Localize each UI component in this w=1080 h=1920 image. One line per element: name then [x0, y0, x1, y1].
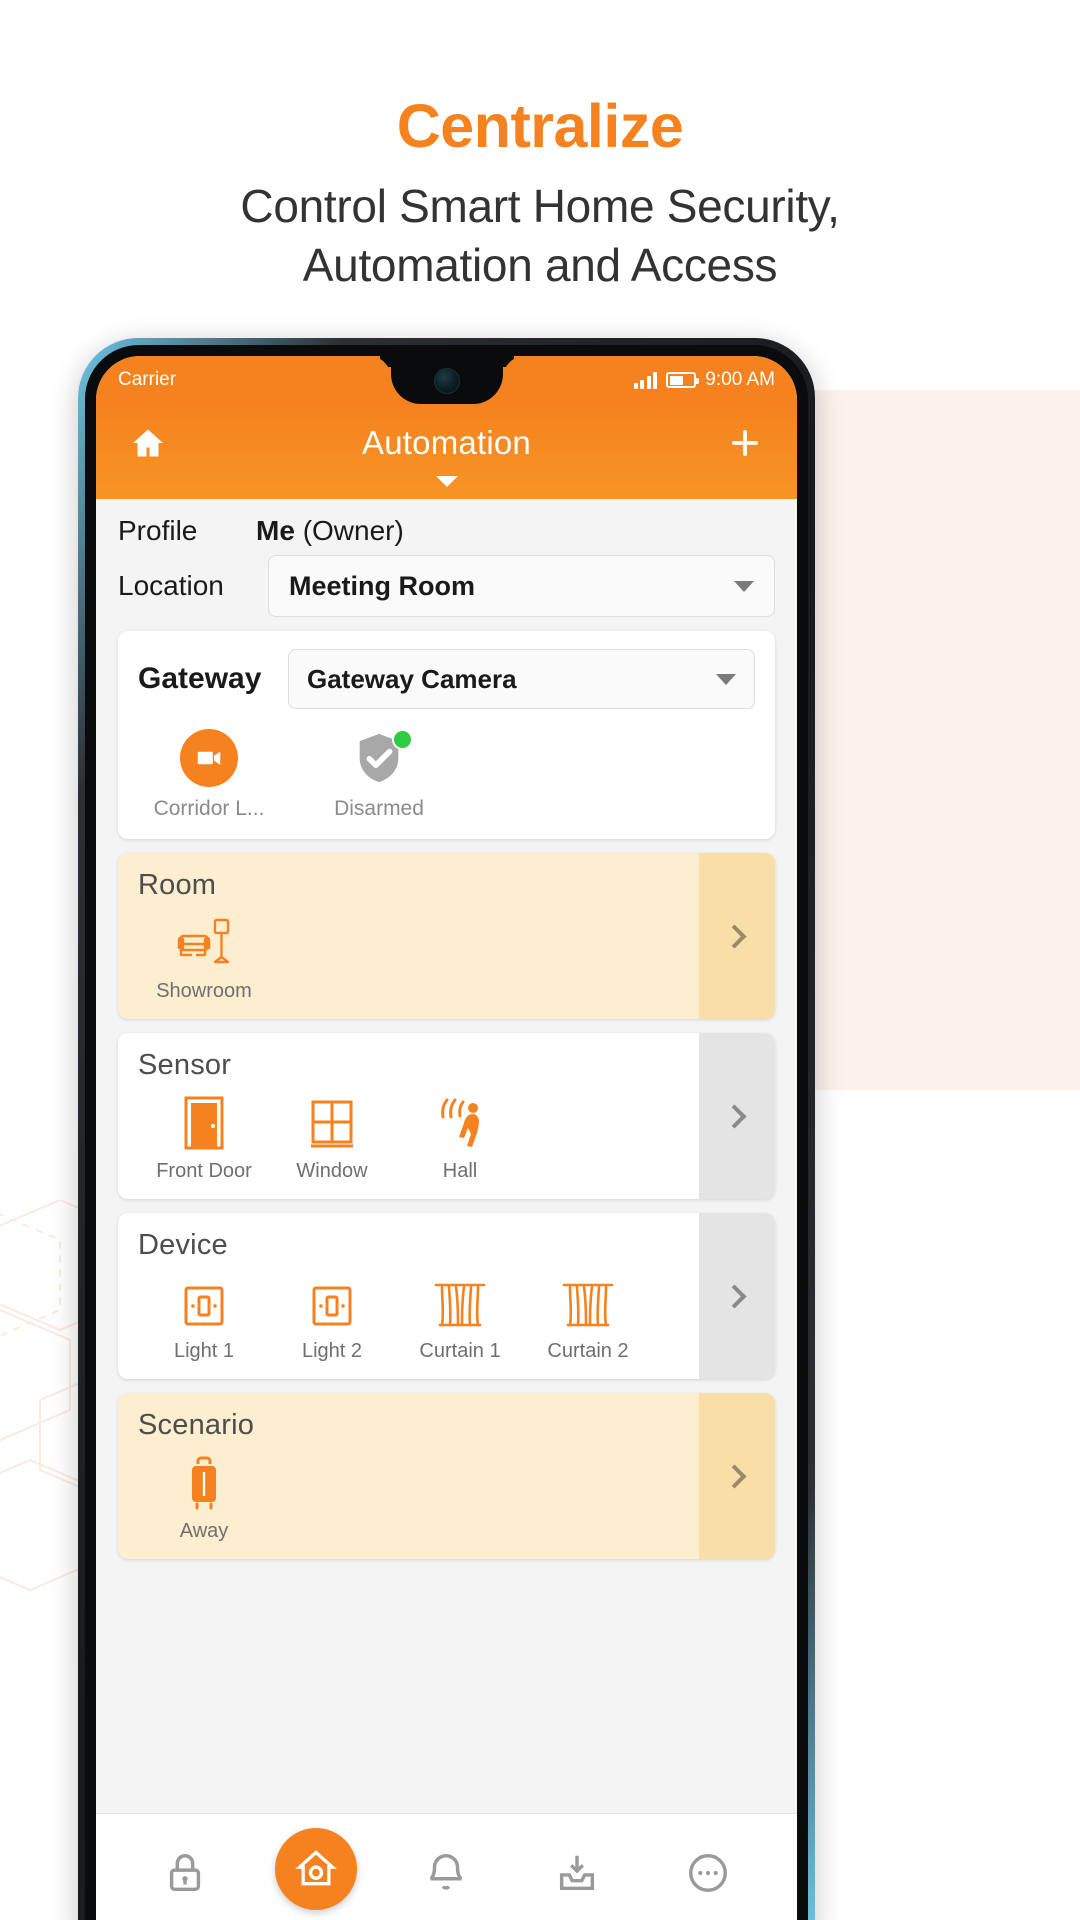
location-select[interactable]: Meeting Room	[268, 555, 775, 617]
nav-item-more[interactable]	[660, 1850, 756, 1896]
group-title: Device	[138, 1229, 228, 1261]
gateway-label: Gateway	[138, 662, 262, 695]
location-label: Location	[118, 570, 224, 601]
bell-icon	[430, 1853, 463, 1890]
phone-screen: Carrier 9:00 AM Automation Profile Me (O…	[96, 356, 797, 1920]
group-item[interactable]: Light 1	[154, 1270, 254, 1363]
notch	[390, 356, 503, 404]
group-item[interactable]: Showroom	[154, 910, 254, 1003]
nav-item-lock[interactable]	[137, 1850, 233, 1896]
signal-bars-icon	[633, 371, 658, 389]
chevron-down-icon	[734, 580, 754, 592]
group-title: Sensor	[138, 1049, 232, 1081]
camera-icon	[180, 729, 238, 787]
group-item-label: Curtain 1	[419, 1340, 501, 1362]
door-icon	[154, 1090, 254, 1152]
phone-bezel: Carrier 9:00 AM Automation Profile Me (O…	[85, 345, 808, 1920]
curtain-icon	[538, 1270, 638, 1332]
plus-icon[interactable]	[719, 417, 771, 469]
group-item-label: Light 1	[173, 1340, 235, 1362]
marketing-header: Centralize Control Smart Home Security, …	[0, 0, 1080, 295]
page-subhead-line1: Control Smart Home Security,	[240, 180, 840, 232]
profile-label: Profile	[118, 515, 198, 546]
chevron-right-icon[interactable]	[699, 1033, 775, 1199]
group-card-room[interactable]: Room Showroom	[118, 853, 775, 1019]
gateway-card: Gateway Gateway Camera Corridor L... Dis…	[118, 631, 775, 839]
chevron-down-icon	[716, 673, 736, 685]
bottom-navigation	[96, 1813, 797, 1920]
gateway-select[interactable]: Gateway Camera	[288, 649, 755, 709]
gateway-item-label: Corridor L...	[153, 797, 265, 820]
group-title: Scenario	[138, 1409, 255, 1441]
group-item[interactable]: Curtain 2	[538, 1270, 638, 1363]
window-icon	[282, 1090, 382, 1152]
front-camera-icon	[433, 368, 460, 394]
group-item[interactable]: Front Door	[154, 1090, 254, 1183]
battery-icon	[666, 372, 700, 388]
app-bar: Automation	[96, 404, 797, 499]
nav-item-alerts[interactable]	[398, 1850, 494, 1896]
sofa-lamp-icon	[154, 910, 254, 972]
chevron-right-icon[interactable]	[699, 1213, 775, 1379]
group-item-label: Window	[296, 1160, 368, 1182]
profile-role: (Owner)	[302, 515, 404, 546]
home-gear-icon	[295, 1849, 337, 1885]
status-carrier: Carrier	[118, 369, 177, 390]
group-item[interactable]: Curtain 1	[410, 1270, 510, 1363]
group-item-label: Curtain 2	[547, 1340, 629, 1362]
caret-down-icon[interactable]	[435, 476, 458, 487]
group-item-label: Front Door	[156, 1160, 252, 1182]
group-card-scenario[interactable]: Scenario Away	[118, 1393, 775, 1559]
group-item-label: Away	[179, 1520, 229, 1542]
page-subhead-line2: Automation and Access	[302, 238, 778, 291]
profile-value: Me (Owner)	[256, 515, 404, 547]
page-headline: Centralize	[396, 92, 684, 160]
group-item[interactable]: Light 2	[282, 1270, 382, 1363]
motion-sensor-icon	[410, 1090, 510, 1152]
gateway-item-camera[interactable]: Corridor L...	[150, 729, 268, 821]
group-item[interactable]: Hall	[410, 1090, 510, 1183]
group-item[interactable]: Window	[282, 1090, 382, 1183]
more-dots-icon	[688, 1853, 727, 1892]
group-item-label: Light 2	[301, 1340, 363, 1362]
nav-item-home[interactable]	[268, 1827, 364, 1910]
location-value: Meeting Room	[289, 570, 475, 601]
gateway-item-label: Disarmed	[334, 797, 424, 820]
profile-row: Profile Me (Owner)	[96, 499, 797, 549]
page-title: Automation	[362, 424, 531, 461]
gateway-item-shield[interactable]: Disarmed	[320, 729, 438, 821]
group-card-sensor[interactable]: Sensor Front Door Window Hall	[118, 1033, 775, 1199]
group-item[interactable]: Away	[154, 1450, 254, 1543]
nav-item-downloads[interactable]	[529, 1850, 625, 1896]
gateway-value: Gateway Camera	[307, 663, 517, 694]
status-badge	[392, 729, 413, 750]
light-switch-icon	[282, 1270, 382, 1332]
home-icon[interactable]	[122, 417, 174, 469]
curtain-icon	[410, 1270, 510, 1332]
inbox-download-icon	[560, 1855, 595, 1890]
group-title: Room	[138, 869, 217, 901]
profile-name: Me	[256, 515, 295, 546]
location-row: Location Meeting Room	[96, 549, 797, 631]
chevron-right-icon[interactable]	[699, 1393, 775, 1559]
luggage-icon	[154, 1450, 254, 1512]
light-switch-icon	[154, 1270, 254, 1332]
status-time: 9:00 AM	[705, 369, 775, 390]
lock-icon	[170, 1853, 201, 1891]
chevron-right-icon[interactable]	[699, 853, 775, 1019]
group-card-device[interactable]: Device Light 1 Light 2 Curtain 1 Curtain…	[118, 1213, 775, 1379]
group-item-label: Showroom	[156, 980, 252, 1002]
phone-mockup: Carrier 9:00 AM Automation Profile Me (O…	[78, 338, 815, 1920]
group-item-label: Hall	[442, 1160, 478, 1182]
main-content: Profile Me (Owner) Location Meeting Room	[96, 499, 797, 1920]
